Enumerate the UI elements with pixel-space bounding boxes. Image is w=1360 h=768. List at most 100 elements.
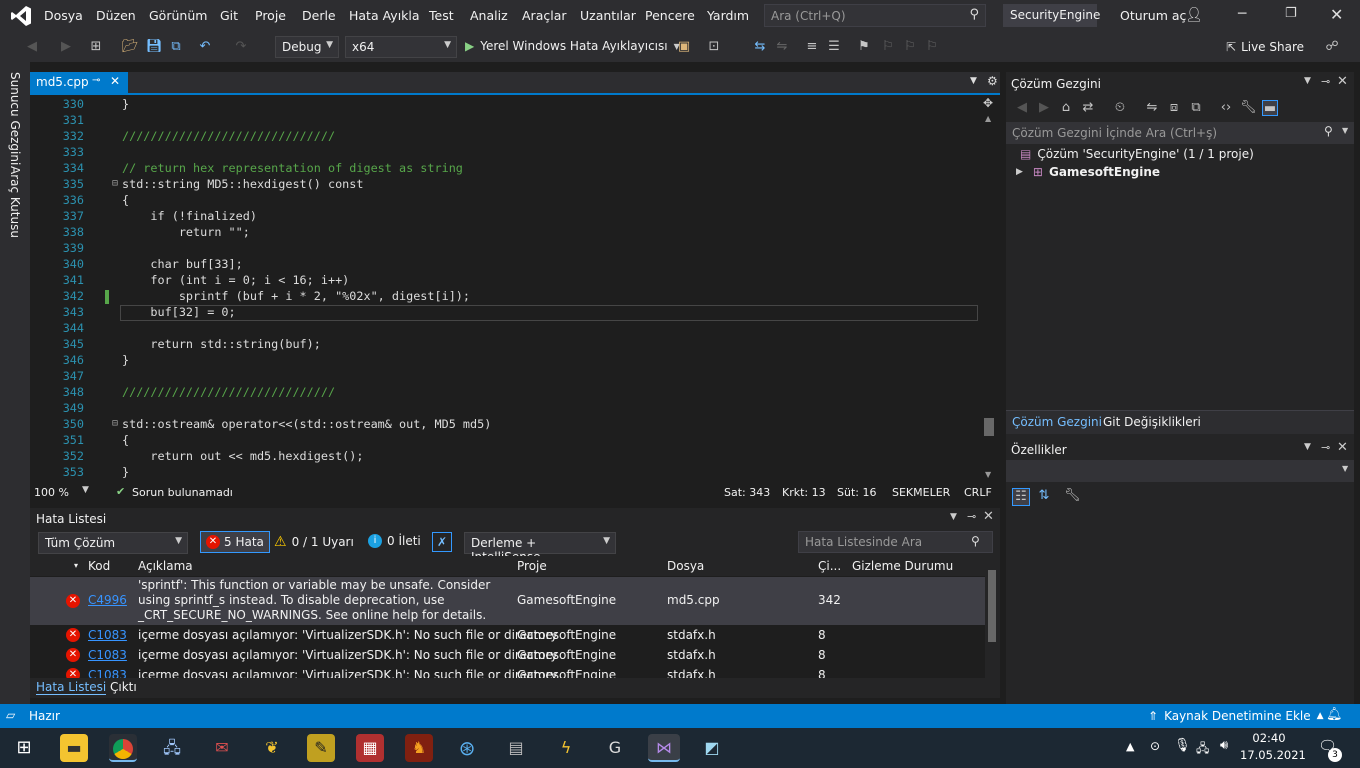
open-folder-icon[interactable]: 📂︎	[122, 39, 139, 55]
undo-icon[interactable]: ↶	[197, 39, 213, 55]
zoom-level[interactable]: 100 %	[34, 486, 69, 499]
back-icon[interactable]: ◀	[1014, 100, 1030, 116]
app-blue-circle-icon[interactable]: ⊛	[453, 734, 481, 762]
eol-indicator[interactable]: CRLF	[964, 486, 992, 499]
chrome-icon[interactable]	[109, 734, 137, 762]
tree-item-project[interactable]: ▶ ⊞ GamesoftEngine	[1016, 165, 1160, 179]
user-icon[interactable]: 👤︎	[1185, 7, 1203, 23]
app-lightning-icon[interactable]: ϟ	[552, 734, 580, 762]
scroll-down-icon[interactable]: ▼	[985, 470, 991, 479]
warnings-filter-button[interactable]: ⚠ 0 / 1 Uyarı	[274, 534, 354, 550]
issues-text[interactable]: Sorun bulunamadı	[132, 486, 233, 499]
close-panel-icon[interactable]: ✕	[1337, 440, 1348, 455]
chevron-down-icon[interactable]: ▼	[82, 485, 89, 495]
scroll-thumb[interactable]	[988, 570, 996, 642]
col-suppression[interactable]: Gizleme Durumu	[852, 556, 953, 576]
collapse-icon[interactable]: ⊟	[112, 176, 118, 192]
history-icon[interactable]: ⏲	[1112, 100, 1128, 116]
maximize-button[interactable]: ❐	[1285, 6, 1297, 21]
bookmark-next-icon[interactable]: ⚐	[902, 39, 918, 55]
col-line[interactable]: Çi...	[818, 556, 841, 576]
microphone-icon[interactable]: 🎙︎	[1174, 738, 1191, 753]
outdent-icon[interactable]: ☰	[826, 39, 842, 55]
notification-bell-icon[interactable]: 🔔︎	[1326, 707, 1343, 722]
switch-view-icon[interactable]: ⇄	[1080, 100, 1096, 116]
step2-icon[interactable]: ⇋	[774, 39, 790, 55]
bookmark-icon[interactable]: ⚑	[856, 39, 872, 55]
pin-icon[interactable]: ⊸	[92, 75, 100, 86]
minimize-button[interactable]: ─	[1238, 6, 1246, 22]
scope-select[interactable]: Tüm Çözüm ▼	[38, 532, 188, 554]
app-terminal-icon[interactable]: ▤	[502, 734, 530, 762]
scroll-up-icon[interactable]: ▲	[985, 114, 991, 123]
menu-tools[interactable]: Araçlar	[522, 8, 567, 23]
panel-dropdown-icon[interactable]: ▼	[950, 512, 957, 522]
build-source-select[interactable]: Derleme + IntelliSense▼	[464, 532, 616, 564]
error-code-link[interactable]: C1083	[88, 648, 127, 662]
menu-window[interactable]: Pencere	[645, 8, 695, 23]
col-file[interactable]: Dosya	[667, 556, 704, 576]
save-icon[interactable]: 💾︎	[146, 39, 163, 55]
sync-icon[interactable]: ⇋	[1144, 100, 1160, 116]
property-pages-icon[interactable]: 🔧︎	[1064, 488, 1081, 504]
solution-search-input[interactable]: Çözüm Gezgini İçinde Ara (Ctrl+ş) ⚲ ▼	[1006, 122, 1354, 144]
menu-help[interactable]: Yardım	[707, 8, 749, 23]
table-row[interactable]: ✕ C1083 içerme dosyası açılamıyor: 'Virt…	[30, 626, 985, 646]
sort-icon[interactable]: ▾	[74, 556, 78, 576]
menu-project[interactable]: Proje	[255, 8, 286, 23]
menu-file[interactable]: Dosya	[44, 8, 83, 23]
feedback-icon[interactable]: ☍	[1324, 39, 1340, 55]
config-select[interactable]: Debug ▼	[275, 36, 339, 58]
messages-filter-button[interactable]: i 0 İleti	[368, 534, 421, 548]
tabs-indicator[interactable]: SEKMELER	[892, 486, 950, 499]
pin-icon[interactable]: ⊸	[967, 510, 976, 523]
tab-error-list[interactable]: Hata Listesi	[36, 680, 107, 695]
pin-icon[interactable]: ⊸	[1321, 75, 1330, 88]
screenshot-icon[interactable]: ⊡	[706, 39, 722, 55]
network-icon[interactable]: 🖧︎	[1196, 739, 1209, 760]
game-icon[interactable]: ♞	[405, 734, 433, 762]
home-icon[interactable]: ⌂	[1058, 100, 1074, 116]
close-window-button[interactable]: ✕	[1330, 5, 1343, 24]
errors-filter-button[interactable]: ✕ 5 Hata	[200, 531, 270, 553]
volume-icon[interactable]: 🔊︎	[1220, 738, 1228, 753]
app-g-icon[interactable]: G	[601, 734, 629, 762]
visual-studio-taskbar-icon[interactable]: ⋈	[648, 734, 680, 762]
menu-debug[interactable]: Hata Ayıkla	[349, 8, 420, 23]
tray-chevron-icon[interactable]: ▲	[1126, 740, 1134, 753]
tray-app-icon[interactable]: ⊙	[1150, 739, 1160, 753]
table-row[interactable]: ✕ C1083 içerme dosyası açılamıyor: 'Virt…	[30, 666, 985, 678]
indent-icon[interactable]: ≡	[804, 39, 820, 55]
signin-link[interactable]: Oturum aç	[1120, 8, 1186, 23]
new-project-icon[interactable]: ⊞	[88, 39, 104, 55]
clock-date[interactable]: 17.05.2021	[1240, 748, 1306, 762]
collapse-icon[interactable]: ⊟	[112, 416, 118, 432]
build-filter-icon[interactable]: ✗	[432, 532, 452, 552]
error-code-link[interactable]: C1083	[88, 668, 127, 678]
tree-item-solution[interactable]: ▤ Çözüm 'SecurityEngine' (1 / 1 proje)	[1020, 147, 1254, 161]
platform-select[interactable]: x64 ▼	[345, 36, 457, 58]
code-icon[interactable]: ‹›	[1218, 100, 1234, 116]
forward-icon[interactable]: ▶	[1036, 100, 1052, 116]
app-bird-icon[interactable]: ❦	[258, 734, 286, 762]
app-tool-icon[interactable]: ✎	[307, 734, 335, 762]
toolbox-tab[interactable]: Araç Kutusu	[8, 166, 22, 238]
close-panel-icon[interactable]: ✕	[1337, 74, 1348, 89]
windows-start-icon[interactable]: ⊞	[10, 734, 38, 762]
menu-build[interactable]: Derle	[302, 8, 336, 23]
panel-dropdown-icon[interactable]: ▼	[1304, 442, 1311, 452]
search-box[interactable]: Ara (Ctrl+Q) ⚲	[764, 4, 986, 27]
redo-icon[interactable]: ↷	[233, 39, 249, 55]
col-description[interactable]: Açıklama	[138, 556, 193, 576]
app-bluebook-icon[interactable]: ◩	[698, 734, 726, 762]
start-debug-button[interactable]: ▶ Yerel Windows Hata Ayıklayıcısı ▼	[465, 39, 680, 53]
app-red-icon[interactable]: ▦	[356, 734, 384, 762]
forward-icon[interactable]: ▶	[58, 39, 74, 55]
menu-test[interactable]: Test	[429, 8, 454, 23]
show-all-files-icon[interactable]: ⧉	[1188, 100, 1204, 116]
collapse-all-icon[interactable]: ⧈	[1166, 100, 1182, 116]
mail-icon[interactable]: ✉	[208, 734, 236, 762]
folder-icon[interactable]: ▣	[676, 39, 692, 55]
menu-git[interactable]: Git	[220, 8, 238, 23]
close-panel-icon[interactable]: ✕	[983, 509, 994, 524]
